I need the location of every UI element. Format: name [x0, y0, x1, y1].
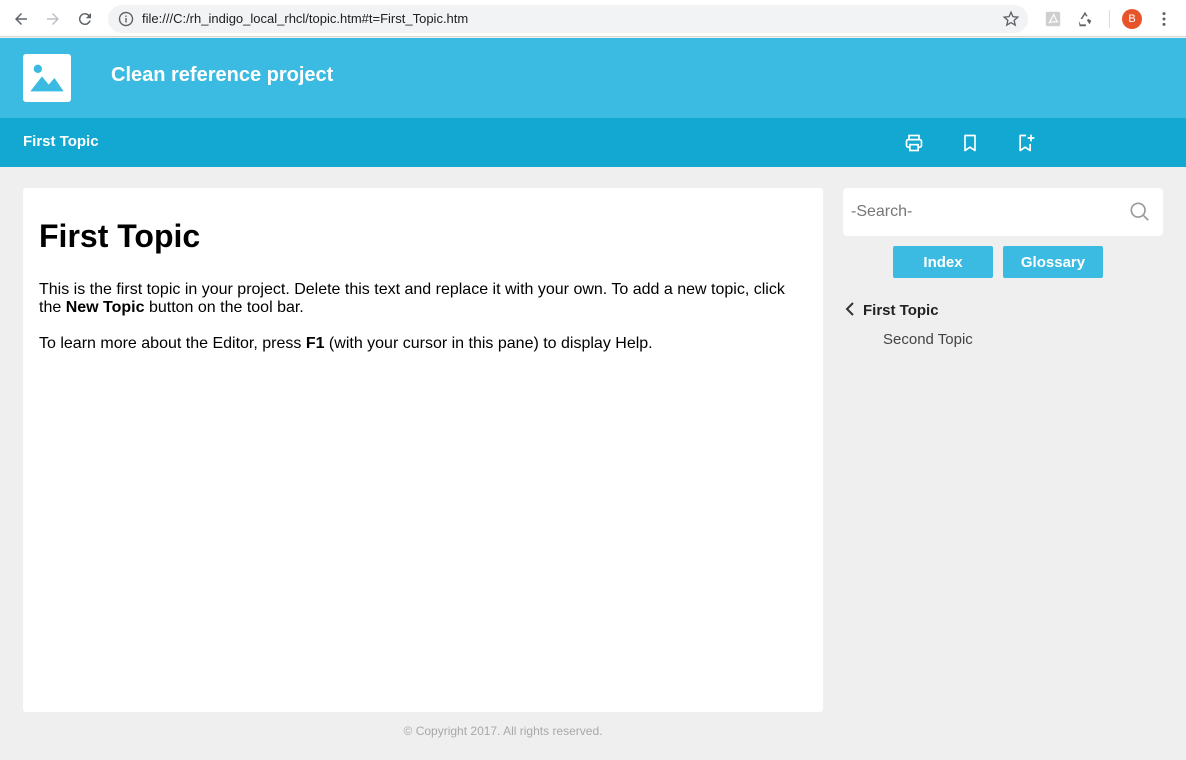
- index-button[interactable]: Index: [893, 246, 993, 278]
- add-bookmark-icon[interactable]: [1015, 132, 1037, 154]
- search-input[interactable]: [851, 198, 1121, 226]
- recycle-extension-icon[interactable]: [1075, 9, 1095, 29]
- profile-avatar[interactable]: B: [1122, 9, 1142, 29]
- toolbar-separator: [1109, 10, 1110, 28]
- glossary-button[interactable]: Glossary: [1003, 246, 1103, 278]
- url-text[interactable]: file:///C:/rh_indigo_local_rhcl/topic.ht…: [142, 11, 468, 26]
- toc-item-label[interactable]: Second Topic: [883, 331, 973, 348]
- toc-item-label[interactable]: First Topic: [863, 302, 939, 319]
- copyright-footer: © Copyright 2017. All rights reserved.: [23, 724, 983, 738]
- image-placeholder-icon[interactable]: [23, 54, 71, 102]
- f1-emphasis: F1: [305, 335, 325, 352]
- topic-heading: First Topic: [39, 218, 201, 254]
- toc-item-second-topic[interactable]: Second Topic: [843, 325, 1163, 354]
- print-icon[interactable]: [903, 132, 925, 154]
- topic-bar-title: First Topic: [23, 133, 99, 150]
- chevron-left-icon[interactable]: [843, 300, 857, 318]
- search-box[interactable]: [843, 188, 1163, 236]
- bookmark-icon[interactable]: [959, 132, 981, 154]
- browser-toolbar: file:///C:/rh_indigo_local_rhcl/topic.ht…: [0, 0, 1186, 37]
- reload-icon[interactable]: [73, 7, 97, 31]
- toc-tree: First Topic Second Topic: [843, 296, 1163, 354]
- address-bar[interactable]: file:///C:/rh_indigo_local_rhcl/topic.ht…: [108, 5, 1028, 33]
- menu-dots-icon[interactable]: [1154, 9, 1174, 29]
- help-paragraph: To learn more about the Editor, press F1…: [39, 335, 807, 353]
- project-title[interactable]: Clean reference project: [111, 64, 333, 87]
- info-icon[interactable]: [118, 11, 134, 27]
- back-icon[interactable]: [9, 7, 33, 31]
- copyright-text: © Copyright 2017. All rights reserved.: [403, 724, 603, 738]
- intro-text-end: button on the tool bar.: [144, 299, 304, 316]
- new-topic-emphasis: New Topic: [65, 299, 145, 316]
- star-icon[interactable]: [1002, 10, 1020, 28]
- forward-icon[interactable]: [41, 7, 65, 31]
- topic-content: First Topic This is the first topic in y…: [23, 188, 823, 712]
- toc-item-first-topic[interactable]: First Topic: [843, 296, 1163, 325]
- search-icon[interactable]: [1129, 201, 1151, 223]
- pdf-extension-icon[interactable]: [1043, 9, 1063, 29]
- intro-paragraph: This is the first topic in your project.…: [39, 281, 807, 317]
- topic-toolbar: First Topic: [0, 118, 1186, 167]
- help-text: To learn more about the Editor, press: [39, 335, 306, 352]
- site-header: Clean reference project: [0, 38, 1186, 118]
- help-text-end: (with your cursor in this pane) to displ…: [324, 335, 653, 352]
